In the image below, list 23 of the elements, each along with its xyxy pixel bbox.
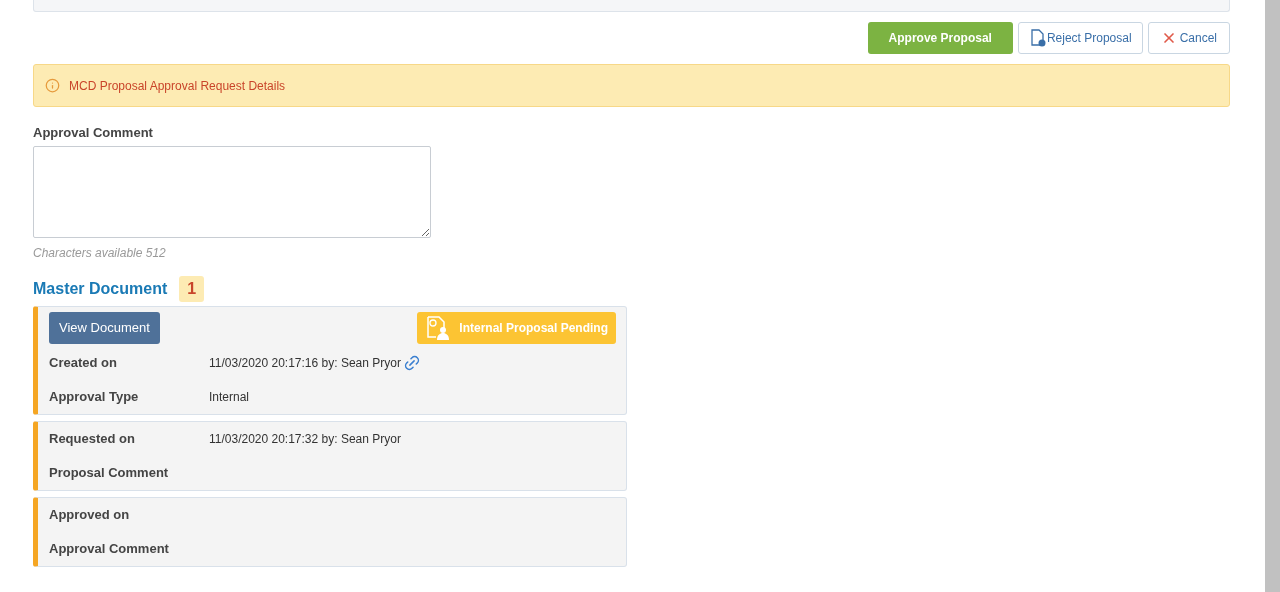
section-title: Master Document bbox=[33, 278, 168, 299]
row-label: Requested on bbox=[49, 429, 136, 448]
comment-field[interactable] bbox=[33, 145, 431, 238]
cancel-button[interactable]: Cancel bbox=[1147, 22, 1230, 54]
row-label: Created on bbox=[49, 353, 118, 372]
row-label: Approval Comment bbox=[49, 539, 170, 558]
scrollbar[interactable] bbox=[1265, 0, 1280, 592]
field-label: Approval Comment bbox=[33, 124, 153, 142]
count-badge: 1 bbox=[179, 275, 205, 302]
row-value: 11/03/2020 20:17:16 by: Sean Pryor bbox=[209, 354, 401, 372]
document-person-icon bbox=[425, 314, 452, 341]
info-icon bbox=[45, 78, 60, 93]
row-label: Proposal Comment bbox=[49, 463, 170, 482]
row-value: 11/03/2020 20:17:32 by: Sean Pryor bbox=[209, 430, 401, 448]
row-label: Approved on bbox=[49, 505, 131, 524]
characters-hint: Characters available 512 bbox=[33, 244, 166, 262]
row-value: Internal bbox=[209, 388, 250, 406]
reject-button[interactable]: Reject Proposal bbox=[1017, 22, 1143, 54]
view-document-button[interactable]: View Document bbox=[49, 311, 160, 344]
status-badge: Internal Proposal Pending bbox=[417, 311, 616, 344]
row-label: Approval Type bbox=[49, 387, 140, 406]
document-icon bbox=[1028, 29, 1047, 47]
alert-text: MCD Proposal Approval Request Details bbox=[69, 77, 286, 95]
